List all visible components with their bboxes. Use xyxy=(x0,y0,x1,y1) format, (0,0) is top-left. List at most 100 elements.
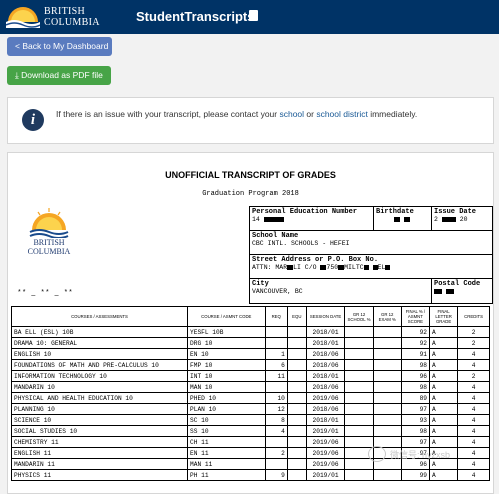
document-icon xyxy=(249,10,258,21)
table-cell xyxy=(344,469,374,481)
table-cell xyxy=(372,392,402,404)
table-cell xyxy=(372,348,402,360)
table-cell xyxy=(344,348,374,360)
table-cell: 2019/06 xyxy=(305,392,346,404)
crest-text-line2: COLUMBIA xyxy=(27,247,71,256)
col-header: REQ xyxy=(264,306,288,327)
table-cell xyxy=(264,458,288,470)
table-cell: 96 xyxy=(400,370,431,382)
table-cell xyxy=(372,403,402,415)
table-cell xyxy=(372,414,402,426)
table-cell: A xyxy=(428,326,459,338)
table-cell: 2018/01 xyxy=(305,370,346,382)
table-cell: ENGLISH 11 xyxy=(10,447,189,459)
table-cell: INT 10 xyxy=(187,370,266,382)
issue-date-label: Issue Date xyxy=(434,208,477,216)
col-header: COURSE / ASMNT CODE xyxy=(187,306,266,327)
table-cell: ENGLISH 10 xyxy=(10,348,189,360)
issue-date-value: 2 20 xyxy=(434,216,468,223)
notice-box: i If there is an issue with your transcr… xyxy=(7,97,494,144)
transcript-title: UNOFFICIAL TRANSCRIPT OF GRADES xyxy=(165,170,336,180)
table-cell: SCIENCE 10 xyxy=(10,414,189,426)
table-cell: 4 xyxy=(457,359,490,371)
table-cell xyxy=(344,370,374,382)
birthdate-label: Birthdate xyxy=(376,208,414,216)
table-cell: DRG 10 xyxy=(187,337,266,349)
city-label: City xyxy=(252,280,269,288)
table-cell: A xyxy=(428,414,459,426)
postal-code-label: Postal Code xyxy=(434,280,481,288)
graduation-program: Graduation Program 2018 xyxy=(202,190,299,198)
table-cell xyxy=(286,370,307,382)
table-cell: 4 xyxy=(457,414,490,426)
table-cell: 98 xyxy=(400,381,431,393)
table-cell: PHYSICS 11 xyxy=(10,469,189,481)
table-row: ENGLISH 10 EN 10 1 2018/06 91 A 4 xyxy=(10,348,490,360)
birthdate-cell: Birthdate xyxy=(374,207,432,231)
school-district-link[interactable]: school district xyxy=(316,109,368,119)
table-cell: MANDARIN 11 xyxy=(10,458,189,470)
table-cell: 4 xyxy=(457,469,490,481)
table-cell: FMP 10 xyxy=(187,359,266,371)
back-to-dashboard-button[interactable]: < Back to My Dashboard xyxy=(7,37,112,56)
table-cell: 9 xyxy=(264,469,288,481)
table-cell xyxy=(286,403,307,415)
bc-crest-logo: BRITISH COLUMBIA xyxy=(18,206,80,258)
table-cell xyxy=(286,392,307,404)
table-cell: 98 xyxy=(400,359,431,371)
table-cell: PHED 10 xyxy=(187,392,266,404)
table-cell: SC 10 xyxy=(187,414,266,426)
table-cell xyxy=(286,359,307,371)
download-icon: ⤓ xyxy=(15,70,19,80)
col-header: GR 12 EXAM % xyxy=(372,306,402,327)
postal-code-cell: Postal Code xyxy=(432,279,492,303)
col-header: FINAL % / ASMNT SCORE xyxy=(400,306,431,327)
col-header: FINAL LETTER GRADE xyxy=(428,306,459,327)
table-cell: 91 xyxy=(400,348,431,360)
pen-cell: Personal Education Number 14 xyxy=(250,207,374,231)
table-cell: 2 xyxy=(457,337,490,349)
table-cell: MAN 10 xyxy=(187,381,266,393)
table-cell: EN 11 xyxy=(187,447,266,459)
col-header: GR 12 SCHOOL % xyxy=(344,306,374,327)
download-pdf-label: Download as PDF file xyxy=(21,70,103,80)
table-cell xyxy=(344,359,374,371)
notice-text-start: If there is an issue with your transcrip… xyxy=(56,109,280,119)
table-cell: 93 xyxy=(400,414,431,426)
table-row: FOUNDATIONS OF MATH AND PRE-CALCULUS 10 F… xyxy=(10,359,490,371)
table-cell xyxy=(372,337,402,349)
table-cell xyxy=(344,381,374,393)
crest-text-line1: BRITISH xyxy=(33,238,65,247)
table-cell: 4 xyxy=(457,392,490,404)
table-cell xyxy=(372,425,402,437)
table-cell: DRAMA 10: GENERAL xyxy=(10,337,189,349)
table-cell: 2018/01 xyxy=(305,414,346,426)
table-cell xyxy=(344,337,374,349)
col-header: COURSES / ASSESSMENTS xyxy=(10,306,189,327)
logo-text-line2: COLUMBIA xyxy=(44,17,100,28)
table-cell xyxy=(286,436,307,448)
table-cell: PLAN 10 xyxy=(187,403,266,415)
download-pdf-button[interactable]: ⤓ Download as PDF file xyxy=(7,66,111,85)
app-header: BRITISH COLUMBIA StudentTranscripts xyxy=(0,0,499,34)
bc-logo[interactable]: BRITISH COLUMBIA xyxy=(6,4,106,30)
table-header-row: COURSES / ASSESSMENTS COURSE / ASMNT COD… xyxy=(10,306,490,327)
school-link[interactable]: school xyxy=(279,109,304,119)
table-cell xyxy=(286,447,307,459)
table-cell: 6 xyxy=(264,359,288,371)
table-row: INFORMATION TECHNOLOGY 10 INT 10 11 2018/01… xyxy=(10,370,490,382)
table-cell xyxy=(372,359,402,371)
table-cell xyxy=(344,425,374,437)
table-cell: YESFL 10B xyxy=(187,326,266,338)
col-header: CREDITS xyxy=(457,306,490,327)
table-cell xyxy=(344,326,374,338)
sunrise-logo-icon xyxy=(29,208,69,238)
table-cell: 4 xyxy=(457,403,490,415)
table-cell xyxy=(372,326,402,338)
notice-text: If there is an issue with your transcrip… xyxy=(56,109,417,119)
col-header: EQU xyxy=(286,306,307,327)
table-cell: A xyxy=(428,359,459,371)
address-cell: Street Address or P.O. Box No. ATTN: MAR… xyxy=(250,255,492,279)
table-cell xyxy=(264,436,288,448)
address-label: Street Address or P.O. Box No. xyxy=(252,256,379,264)
